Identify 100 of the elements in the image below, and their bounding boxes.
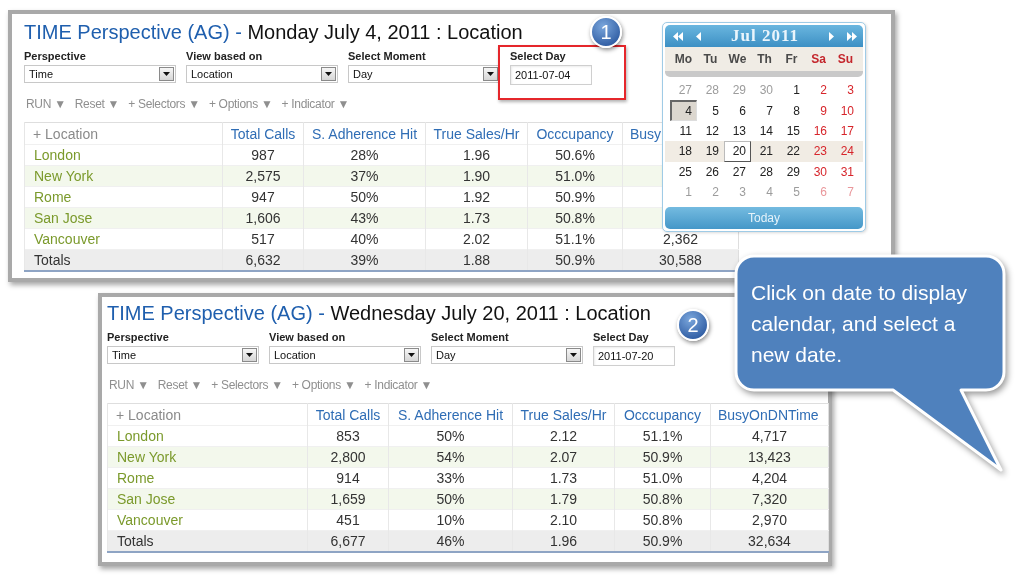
table-cell: Totals [24,249,223,271]
table-cell: 50.8% [527,207,623,229]
table-cell: 50.6% [527,144,623,166]
calendar-day[interactable]: 2 [697,181,724,203]
calendar-day[interactable]: 30 [751,80,778,101]
select-field[interactable]: Location [269,346,421,364]
calendar-day[interactable]: 27 [670,80,697,101]
table-cell: 4,204 [710,467,829,489]
calendar-day[interactable]: 25 [670,161,697,182]
calendar-day[interactable]: 20 [724,141,751,162]
select-field[interactable]: Time [107,346,259,364]
table-cell: 33% [388,467,513,489]
calendar-day[interactable]: 10 [832,100,859,121]
calendar-day[interactable]: 5 [697,100,724,121]
calendar-day[interactable]: 29 [724,80,751,101]
calendar-day[interactable]: 17 [832,120,859,142]
select-field[interactable]: Location [186,65,338,83]
caret-down-icon [246,353,253,357]
toolbar-menu[interactable]: Reset ▼ [74,97,120,112]
calendar-day[interactable]: 8 [778,100,805,121]
calendar-day[interactable]: 16 [805,120,832,142]
toolbar-menu[interactable]: RUN ▼ [109,378,149,393]
calendar-day[interactable]: 28 [751,161,778,182]
report-title: TIME Perspective (AG) - Monday July 4, 2011 : Location [24,20,523,44]
calendar-nav-button[interactable] [847,29,857,43]
table-cell: 1.73 [512,467,615,489]
table-cell: 50% [388,425,513,447]
calendar-day[interactable]: 23 [805,141,832,162]
calendar-day[interactable]: 5 [778,181,805,203]
calendar-nav-button[interactable] [829,29,834,43]
toolbar-menu[interactable]: Reset ▼ [157,378,203,393]
select-field[interactable]: Time [24,65,176,83]
toolbar-menu[interactable]: + Indicator ▼ [281,97,350,112]
weekday-label: Tu [703,52,718,66]
table-cell: 10% [388,509,513,531]
calendar-day[interactable]: 27 [724,161,751,182]
calendar-day[interactable]: 1 [670,181,697,203]
field-label: Perspective [107,331,170,344]
calendar-day[interactable]: 31 [832,161,859,182]
table-cell: Rome [107,467,308,489]
dropdown-button[interactable] [242,348,257,362]
table-cell: 43% [303,207,426,229]
dropdown-button[interactable] [321,67,336,81]
toolbar-menu[interactable]: RUN ▼ [26,97,66,112]
calendar-nav-button[interactable] [696,29,701,43]
toolbar-menu[interactable]: + Options ▼ [208,97,273,112]
calendar-day[interactable]: 22 [778,141,805,162]
calendar-day[interactable]: 29 [778,161,805,182]
table-cell: Vancouver [24,228,223,250]
column-header: Total Calls [222,122,304,145]
table-cell: 50% [303,186,426,208]
date-field[interactable]: 2011-07-20 [593,346,675,366]
calendar-day[interactable]: 24 [832,141,859,162]
dropdown-button[interactable] [404,348,419,362]
table-cell: San Jose [107,488,308,510]
table-cell: 1.73 [425,207,528,229]
column-header: True Sales/Hr [425,122,528,145]
table-cell: 2.07 [512,446,615,468]
dropdown-button[interactable] [566,348,581,362]
toolbar-menu[interactable]: + Selectors ▼ [211,378,283,393]
caret-down-icon [408,353,415,357]
calendar-day[interactable]: 26 [697,161,724,182]
calendar-day[interactable]: 9 [805,100,832,121]
field-label: Select Moment [431,331,510,344]
calendar-day[interactable]: 3 [832,80,859,101]
calendar-day[interactable]: 15 [778,120,805,142]
toolbar-menu[interactable]: + Indicator ▼ [364,378,433,393]
toolbar-menu[interactable]: + Selectors ▼ [128,97,200,112]
calendar-day[interactable]: 2 [805,80,832,101]
table-cell: Vancouver [107,509,308,531]
calendar-day[interactable]: 6 [724,100,751,121]
calendar-day[interactable]: 4 [751,181,778,203]
calendar-nav-button[interactable] [673,29,683,43]
column-header: + Location [24,122,223,145]
table-cell: 1.92 [425,186,528,208]
dropdown-button[interactable] [483,67,498,81]
calendar-day[interactable]: 28 [697,80,724,101]
calendar-day[interactable]: 30 [805,161,832,182]
calendar-day[interactable]: 11 [670,120,697,142]
weekday-label: Su [837,52,854,66]
calendar-day[interactable]: 21 [751,141,778,162]
table-cell: 37% [303,165,426,187]
select-field[interactable]: Day [431,346,583,364]
calendar-day[interactable]: 1 [778,80,805,101]
table-cell: 1.90 [425,165,528,187]
calendar-day[interactable]: 7 [751,100,778,121]
triangle-left-icon [696,31,701,41]
toolbar-menu[interactable]: + Options ▼ [291,378,356,393]
calendar-day[interactable]: 4 [670,100,697,121]
select-field[interactable]: Day [348,65,500,83]
calendar-day[interactable]: 14 [751,120,778,142]
dropdown-button[interactable] [159,67,174,81]
calendar-day[interactable]: 12 [697,120,724,142]
table-cell: 7,320 [710,488,829,510]
date-field[interactable]: 2011-07-04 [510,65,592,85]
caret-down-icon [570,353,577,357]
triangle-right-icon [829,31,834,41]
table-cell: 853 [307,425,389,447]
calendar-day[interactable]: 3 [724,181,751,203]
step-marker: 2 [677,309,709,341]
